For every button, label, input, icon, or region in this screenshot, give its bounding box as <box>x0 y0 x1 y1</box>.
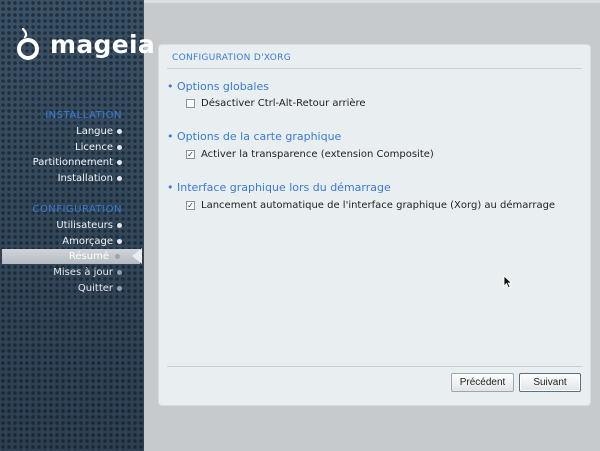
sidebar-item-installation[interactable]: Installation <box>0 171 144 185</box>
group-title-graphics-card-options: • Options de la carte graphique <box>167 130 342 143</box>
checkbox-checked-icon[interactable]: ✓ <box>186 201 195 210</box>
panel-title: CONFIGURATION D'XORG <box>172 53 291 63</box>
option-label: Désactiver Ctrl-Alt-Retour arrière <box>201 98 366 109</box>
sidebar-item-amorcage[interactable]: Amorçage <box>0 234 144 248</box>
bullet-icon <box>117 238 122 244</box>
sidebar-item-label: Mises à jour <box>53 266 113 278</box>
option-autostart-xorg[interactable]: ✓ Lancement automatique de l'interface g… <box>186 200 555 211</box>
logo-text: mageia <box>50 29 156 59</box>
group-title-global-options: • Options globales <box>167 80 269 93</box>
sidebar: mageia INSTALLATION Langue Licence Parti… <box>0 0 155 451</box>
checkbox-unchecked-icon[interactable] <box>186 99 195 108</box>
option-enable-transparency[interactable]: ✓ Activer la transparence (extension Com… <box>186 149 434 160</box>
bullet-icon <box>115 254 120 259</box>
sidebar-item-licence[interactable]: Licence <box>0 140 144 154</box>
sidebar-item-label: Utilisateurs <box>56 219 113 231</box>
mageia-logo: mageia <box>14 26 155 62</box>
next-button[interactable]: Suivant <box>519 373 581 392</box>
option-disable-ctrl-alt-backspace[interactable]: Désactiver Ctrl-Alt-Retour arrière <box>186 98 366 109</box>
divider <box>167 366 582 367</box>
sidebar-item-resume[interactable]: Résumé <box>2 249 140 264</box>
sidebar-item-label: Quitter <box>77 282 113 294</box>
group-title-graphical-interface-at-boot: • Interface graphique lors du démarrage <box>167 181 391 194</box>
active-indicator-icon <box>132 248 142 264</box>
sidebar-item-quitter[interactable]: Quitter <box>0 281 144 295</box>
previous-button[interactable]: Précédent <box>451 373 514 392</box>
bullet-icon <box>117 285 122 291</box>
option-label: Activer la transparence (extension Compo… <box>201 149 434 160</box>
mageia-logo-icon <box>17 27 39 60</box>
sidebar-item-label: Amorçage <box>62 235 113 247</box>
option-label: Lancement automatique de l'interface gra… <box>201 200 556 211</box>
bullet-icon <box>117 222 122 228</box>
bullet-icon <box>117 175 122 181</box>
sidebar-item-label: Résumé <box>68 251 109 262</box>
sidebar-item-mises-a-jour[interactable]: Mises à jour <box>0 265 144 279</box>
bullet-icon <box>117 269 122 275</box>
bullet-icon <box>117 128 122 134</box>
sidebar-item-partitionnement[interactable]: Partitionnement <box>0 155 144 169</box>
sidebar-item-label: Partitionnement <box>32 156 113 168</box>
xorg-config-panel: CONFIGURATION D'XORG • Options globales … <box>158 44 591 406</box>
divider <box>167 68 582 69</box>
sidebar-item-label: Installation <box>57 172 113 184</box>
checkbox-checked-icon[interactable]: ✓ <box>186 150 195 159</box>
bullet-icon <box>117 159 122 165</box>
sidebar-item-label: Licence <box>75 141 113 153</box>
bullet-icon <box>117 144 122 150</box>
section-head-installation: INSTALLATION <box>45 110 122 121</box>
mouse-cursor-icon <box>503 275 513 289</box>
top-strip <box>144 0 600 3</box>
sidebar-item-langue[interactable]: Langue <box>0 124 144 138</box>
sidebar-item-label: Langue <box>76 125 113 137</box>
section-head-configuration: CONFIGURATION <box>32 204 122 215</box>
sidebar-item-utilisateurs[interactable]: Utilisateurs <box>0 218 144 232</box>
